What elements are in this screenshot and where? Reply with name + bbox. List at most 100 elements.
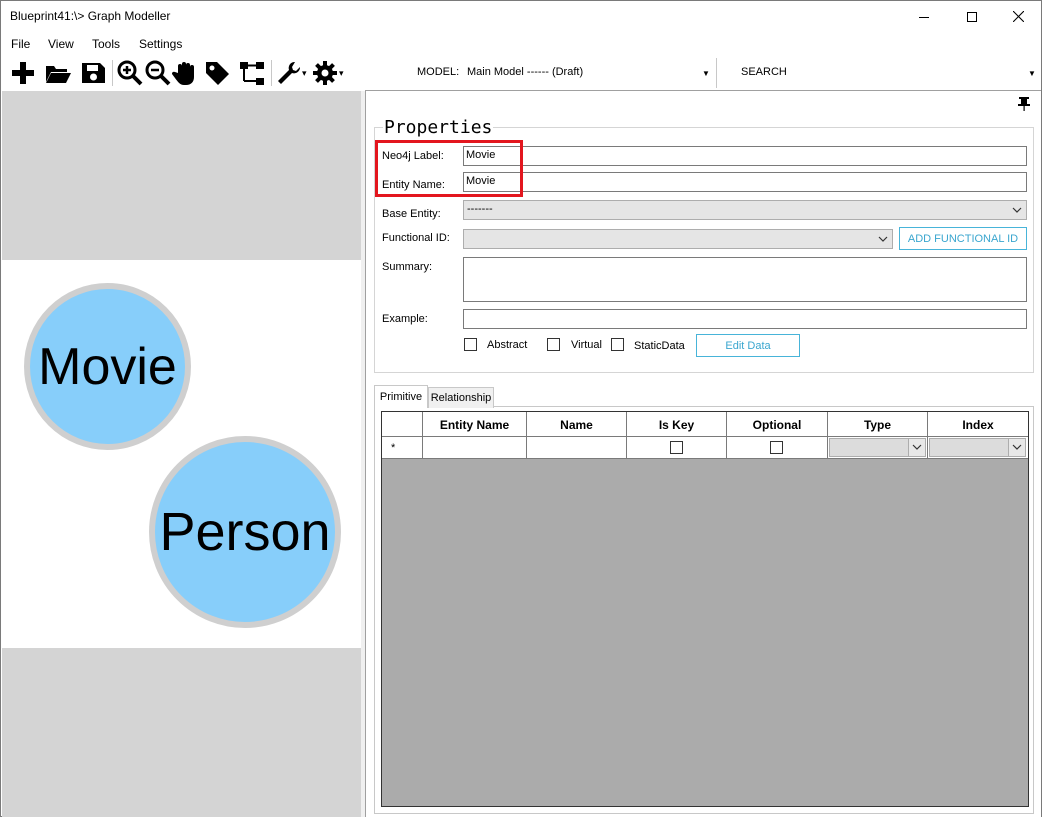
add-functional-id-button[interactable]: ADD FUNCTIONAL ID <box>899 227 1027 250</box>
abstract-checkbox[interactable] <box>464 338 477 351</box>
gear-icon <box>313 61 337 85</box>
menu-view[interactable]: View <box>48 37 74 51</box>
minimize-icon <box>919 16 929 18</box>
app-window: Blueprint41:\> Graph Modeller File View … <box>0 0 1042 817</box>
grid-header-rowselector <box>382 412 423 437</box>
cell-is-key <box>627 437 727 458</box>
cell-type <box>828 437 928 458</box>
grid-header-index[interactable]: Index <box>928 412 1028 437</box>
example-input[interactable] <box>463 309 1027 329</box>
tools-dropdown-caret-icon: ▾ <box>302 68 307 78</box>
close-button[interactable] <box>995 1 1041 32</box>
search-input[interactable]: SEARCH <box>741 66 787 78</box>
primitive-grid[interactable]: Entity Name Name Is Key Optional Type In… <box>381 411 1029 807</box>
grid-header-name[interactable]: Name <box>527 412 627 437</box>
chevron-down-icon <box>1012 444 1022 450</box>
tab-relationship[interactable]: Relationship <box>428 387 494 408</box>
type-dropdown-button[interactable] <box>908 439 925 456</box>
add-entity-button[interactable] <box>9 59 37 87</box>
search-dropdown-button[interactable]: ▼ <box>1026 65 1038 81</box>
title-bar: Blueprint41:\> Graph Modeller <box>1 1 1041 32</box>
model-selector[interactable]: Main Model ------ (Draft) <box>467 66 583 78</box>
wrench-icon <box>278 61 301 84</box>
zoom-in-button[interactable] <box>116 59 144 87</box>
toolbar: ▾ ▾ MODEL: Main Model ------ (Draft) ▼ S… <box>1 56 1041 90</box>
neo4j-label-input[interactable]: Movie <box>463 146 1027 166</box>
menu-tools[interactable]: Tools <box>92 37 120 51</box>
tag-button[interactable] <box>203 59 231 87</box>
optional-checkbox[interactable] <box>770 441 783 454</box>
zoom-out-icon <box>145 60 171 86</box>
base-entity-select[interactable]: ------- <box>463 200 1027 220</box>
model-dropdown-button[interactable]: ▼ <box>700 65 712 81</box>
hierarchy-button[interactable] <box>238 59 266 87</box>
maximize-button[interactable] <box>949 1 995 32</box>
functional-id-select[interactable] <box>463 229 893 249</box>
toolbar-separator <box>271 60 272 86</box>
tools-button[interactable] <box>275 59 303 87</box>
table-row[interactable]: * <box>382 437 1028 459</box>
grid-header-is-key[interactable]: Is Key <box>627 412 727 437</box>
cell-optional <box>727 437 828 458</box>
zoom-in-icon <box>117 60 143 86</box>
staticdata-checkbox[interactable] <box>611 338 624 351</box>
base-entity-caption: Base Entity: <box>382 208 441 220</box>
hand-icon <box>172 62 194 85</box>
index-dropdown-button[interactable] <box>1008 439 1025 456</box>
entity-name-input[interactable]: Movie <box>463 172 1027 192</box>
functional-id-caption: Functional ID: <box>382 232 450 244</box>
properties-title: Properties <box>383 117 494 138</box>
grid-header-entity-name[interactable]: Entity Name <box>423 412 527 437</box>
maximize-icon <box>967 11 977 22</box>
menu-file[interactable]: File <box>11 37 30 51</box>
cell-entity-name[interactable] <box>423 437 527 458</box>
grid-header-type[interactable]: Type <box>828 412 928 437</box>
chevron-down-icon <box>912 444 922 450</box>
is-key-checkbox[interactable] <box>670 441 683 454</box>
graph-canvas[interactable]: Movie Person <box>2 91 361 817</box>
node-label: Person <box>159 502 331 562</box>
open-button[interactable] <box>44 59 72 87</box>
cell-index <box>928 437 1028 458</box>
summary-caption: Summary: <box>382 261 433 273</box>
tab-primitive[interactable]: Primitive <box>374 385 428 408</box>
plus-icon <box>12 62 34 84</box>
index-select[interactable] <box>929 438 1026 457</box>
menu-bar: File View Tools Settings <box>1 32 1041 54</box>
chevron-down-icon <box>878 236 888 242</box>
cell-name[interactable] <box>527 437 627 458</box>
zoom-out-button[interactable] <box>144 59 172 87</box>
node-label: Movie <box>38 337 177 396</box>
virtual-checkbox[interactable] <box>547 338 560 351</box>
edit-data-button[interactable]: Edit Data <box>696 334 800 357</box>
grid-header-optional[interactable]: Optional <box>727 412 828 437</box>
virtual-label: Virtual <box>571 339 602 351</box>
chevron-down-icon <box>1012 207 1022 213</box>
new-row-marker: * <box>382 437 423 458</box>
example-caption: Example: <box>382 313 428 325</box>
window-title: Blueprint41:\> Graph Modeller <box>10 9 171 23</box>
save-icon <box>82 63 105 83</box>
grid-header: Entity Name Name Is Key Optional Type In… <box>382 412 1028 437</box>
graph-node-person[interactable]: Person <box>149 436 341 628</box>
toolbar-separator <box>716 58 717 88</box>
model-label: MODEL: <box>417 66 460 78</box>
annotation-highlight-box <box>375 140 523 197</box>
minimize-button[interactable] <box>901 1 947 32</box>
save-button[interactable] <box>79 59 107 87</box>
summary-textarea[interactable] <box>463 257 1027 302</box>
settings-button[interactable] <box>311 59 339 87</box>
properties-panel: Properties Neo4j Label: Movie Entity Nam… <box>365 90 1041 817</box>
pin-icon <box>1018 97 1030 111</box>
settings-dropdown-caret-icon: ▾ <box>339 68 344 78</box>
base-entity-value: ------- <box>467 203 493 215</box>
pan-button[interactable] <box>172 59 200 87</box>
pin-button[interactable] <box>1016 96 1032 112</box>
canvas-bottom-region <box>2 648 361 817</box>
type-select[interactable] <box>829 438 926 457</box>
menu-settings[interactable]: Settings <box>139 37 182 51</box>
caret-down-icon: ▼ <box>1028 68 1036 78</box>
close-icon <box>1012 11 1024 22</box>
staticdata-label: StaticData <box>634 340 685 352</box>
graph-node-movie[interactable]: Movie <box>24 283 191 450</box>
